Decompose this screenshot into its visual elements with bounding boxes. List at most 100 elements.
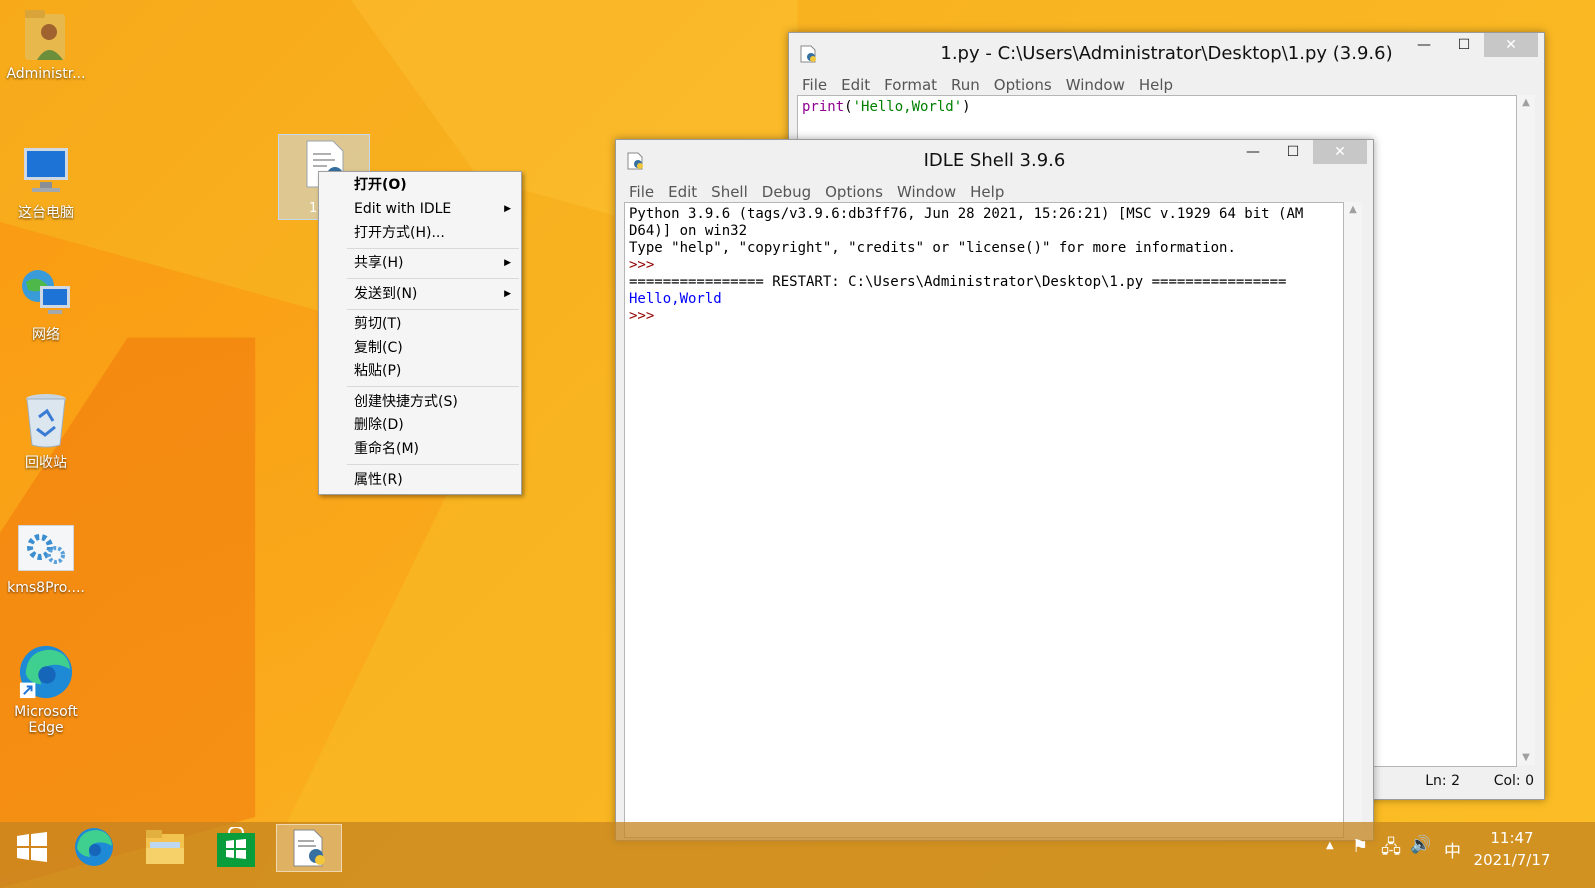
volume-icon[interactable]: 🔊: [1410, 835, 1431, 855]
submenu-arrow-icon: ▶: [504, 289, 511, 299]
shell-line: Type "help", "copyright", "credits" or "…: [629, 240, 1236, 256]
action-center-flag-icon[interactable]: ⚑: [1352, 836, 1368, 857]
start-button[interactable]: [0, 824, 64, 870]
scroll-down-icon[interactable]: ▼: [1517, 752, 1535, 763]
python-idle-icon: [293, 829, 325, 867]
network-tray-icon[interactable]: 🖧: [1381, 835, 1401, 865]
code-paren: (: [844, 99, 853, 115]
shell-window[interactable]: IDLE Shell 3.9.6 — ☐ ✕ File Edit Shell D…: [615, 139, 1374, 841]
status-line: Ln: 2: [1425, 773, 1460, 789]
menu-window[interactable]: Window: [1066, 76, 1125, 94]
ime-indicator[interactable]: 中: [1444, 837, 1461, 862]
context-send-to[interactable]: 发送到(N): [354, 283, 417, 305]
desktop-icon-this-pc[interactable]: 这台电脑: [4, 142, 88, 222]
context-share[interactable]: 共享(H): [354, 252, 403, 274]
taskbar: ▲ ⚑ 🖧 🔊 中 11:47 2021/7/17: [0, 822, 1595, 888]
shell-program-output: Hello,World: [629, 291, 722, 307]
menu-format[interactable]: Format: [884, 76, 937, 94]
shell-scrollbar[interactable]: ▲: [1344, 202, 1362, 836]
desktop: Administr... 这台电脑 网络 回收站 kms8Pro.... Mic…: [0, 0, 1595, 888]
edge-icon: [18, 644, 74, 700]
scroll-up-icon[interactable]: ▲: [1517, 97, 1535, 108]
context-rename[interactable]: 重命名(M): [354, 438, 419, 460]
menu-separator: [347, 386, 519, 387]
editor-scrollbar[interactable]: ▲ ▼: [1517, 95, 1535, 765]
maximize-button[interactable]: ☐: [1273, 140, 1313, 164]
context-open-with[interactable]: 打开方式(H)...: [354, 222, 445, 244]
context-properties[interactable]: 属性(R): [354, 469, 403, 491]
taskbar-store[interactable]: [204, 824, 268, 870]
context-delete[interactable]: 删除(D): [354, 414, 404, 436]
editor-window-controls: — ☐ ✕: [1404, 33, 1538, 57]
desktop-icon-label: 这台电脑: [18, 205, 74, 221]
desktop-icon-network[interactable]: 网络: [4, 264, 88, 344]
close-button[interactable]: ✕: [1313, 140, 1367, 164]
context-create-shortcut[interactable]: 创建快捷方式(S): [354, 391, 458, 413]
context-paste[interactable]: 粘贴(P): [354, 360, 401, 382]
editor-menubar: File Edit Format Run Options Window Help: [789, 73, 1544, 97]
recycle-bin-icon: [18, 392, 74, 448]
menu-help[interactable]: Help: [1139, 76, 1173, 94]
code-line-1: print('Hello,World'): [802, 99, 971, 116]
desktop-icon-label: kms8Pro....: [7, 580, 85, 596]
shell-restart-line: ================ RESTART: C:\Users\Admin…: [629, 274, 1287, 290]
scroll-up-icon[interactable]: ▲: [1344, 204, 1362, 215]
menu-edit[interactable]: Edit: [841, 76, 870, 94]
context-edit-with-idle[interactable]: Edit with IDLE: [354, 198, 451, 220]
desktop-icon-label: 网络: [32, 327, 60, 343]
code-keyword: print: [802, 99, 845, 115]
desktop-icon-administrator[interactable]: Administr...: [4, 6, 88, 82]
submenu-arrow-icon: ▶: [504, 204, 511, 214]
taskbar-python-idle[interactable]: [276, 824, 342, 872]
submenu-arrow-icon: ▶: [504, 258, 511, 268]
clock-date: 2021/7/17: [1473, 851, 1551, 869]
menu-separator: [347, 464, 519, 465]
clock-time: 11:47: [1490, 829, 1534, 847]
tray-overflow-icon[interactable]: ▲: [1326, 840, 1334, 851]
editor-titlebar[interactable]: 1.py - C:\Users\Administrator\Desktop\1.…: [789, 33, 1544, 73]
menu-separator: [347, 309, 519, 310]
desktop-icon-recycle-bin[interactable]: 回收站: [4, 392, 88, 472]
shell-window-controls: — ☐ ✕: [1233, 140, 1367, 164]
shell-menubar: File Edit Shell Debug Options Window Hel…: [616, 180, 1373, 204]
tray-clock[interactable]: 11:47 2021/7/17: [1470, 827, 1554, 871]
file-explorer-icon: [146, 830, 184, 864]
shell-output: Python 3.9.6 (tags/v3.9.6:db3ff76, Jun 2…: [629, 206, 1303, 325]
minimize-button[interactable]: —: [1404, 33, 1444, 57]
windows-start-icon: [17, 832, 47, 862]
menu-options[interactable]: Options: [994, 76, 1052, 94]
store-icon: [217, 827, 255, 867]
taskbar-file-explorer[interactable]: [133, 824, 197, 870]
menu-debug[interactable]: Debug: [762, 183, 811, 201]
minimize-button[interactable]: —: [1233, 140, 1273, 164]
menu-window[interactable]: Window: [897, 183, 956, 201]
menu-file[interactable]: File: [802, 76, 827, 94]
code-string: 'Hello,World': [852, 99, 963, 115]
context-open[interactable]: 打开(O): [354, 174, 407, 196]
edge-icon: [75, 828, 113, 866]
menu-file[interactable]: File: [629, 183, 654, 201]
shell-prompt: >>>: [629, 308, 655, 324]
network-icon: [18, 264, 74, 320]
shell-text-area[interactable]: Python 3.9.6 (tags/v3.9.6:db3ff76, Jun 2…: [624, 202, 1344, 838]
menu-edit[interactable]: Edit: [668, 183, 697, 201]
desktop-icon-label: 回收站: [25, 455, 67, 471]
menu-run[interactable]: Run: [951, 76, 980, 94]
desktop-icon-kms8pro[interactable]: kms8Pro....: [4, 520, 88, 596]
menu-options[interactable]: Options: [825, 183, 883, 201]
context-menu: 打开(O) Edit with IDLE ▶ 打开方式(H)... 共享(H) …: [318, 171, 522, 495]
context-copy[interactable]: 复制(C): [354, 337, 403, 359]
taskbar-edge[interactable]: [62, 824, 126, 870]
close-button[interactable]: ✕: [1484, 33, 1538, 57]
menu-help[interactable]: Help: [970, 183, 1004, 201]
desktop-icon-edge[interactable]: Microsoft Edge: [4, 644, 88, 736]
context-cut[interactable]: 剪切(T): [354, 313, 401, 335]
menu-separator: [347, 248, 519, 249]
user-folder-icon: [18, 6, 74, 62]
maximize-button[interactable]: ☐: [1444, 33, 1484, 57]
menu-separator: [347, 278, 519, 279]
shell-line: Python 3.9.6 (tags/v3.9.6:db3ff76, Jun 2…: [629, 206, 1304, 222]
menu-shell[interactable]: Shell: [711, 183, 748, 201]
shell-titlebar[interactable]: IDLE Shell 3.9.6 — ☐ ✕: [616, 140, 1373, 180]
desktop-icon-label: Administr...: [6, 66, 86, 82]
